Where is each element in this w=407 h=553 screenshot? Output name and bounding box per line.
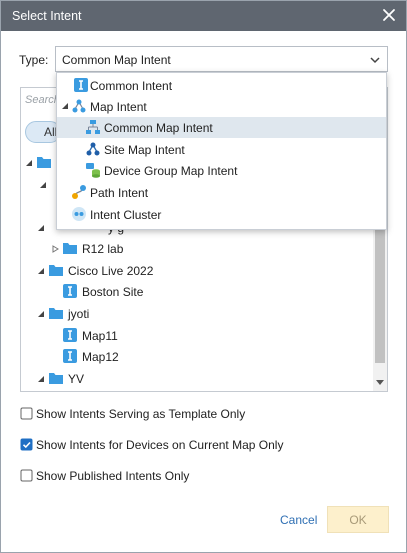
ok-button[interactable]: OK <box>327 506 389 533</box>
collapse-toggle-icon[interactable] <box>36 266 46 276</box>
collapse-toggle-icon[interactable] <box>36 309 46 319</box>
type-label: Type: <box>19 53 49 67</box>
dropdown-item-label: Site Map Intent <box>104 143 185 157</box>
folder-icon <box>63 243 77 254</box>
dropdown-item-label: Common Map Intent <box>104 121 213 135</box>
dropdown-item-site-map-intent[interactable]: Site Map Intent <box>57 139 386 160</box>
intent-icon <box>74 78 88 92</box>
tree-node-label: Map11 <box>82 329 118 343</box>
folder-icon <box>37 157 51 168</box>
select-intent-dialog: Select Intent Type: Common Map Intent Se… <box>0 0 407 553</box>
expand-toggle-icon[interactable] <box>50 244 60 254</box>
dropdown-item-path-intent[interactable]: Path Intent <box>57 182 386 203</box>
path-intent-icon <box>72 185 86 199</box>
current-map-devices-label: Show Intents for Devices on Current Map … <box>36 438 284 452</box>
folder-icon <box>49 373 63 384</box>
intent-cluster-icon <box>72 207 86 221</box>
dropdown-item-map-intent[interactable]: Map Intent <box>57 96 386 117</box>
template-only-checkbox[interactable] <box>20 407 34 421</box>
tree-node-cisco-live[interactable]: Cisco Live 2022 <box>36 261 216 281</box>
type-select-value: Common Map Intent <box>62 53 171 67</box>
tree-node-label: R12 lab <box>82 242 124 256</box>
published-only-checkbox[interactable] <box>20 469 34 483</box>
tree-node-map12[interactable]: Map12 <box>50 347 170 367</box>
tree-node-label: jyoti <box>68 307 90 321</box>
dropdown-item-device-group-map-intent[interactable]: Device Group Map Intent <box>57 160 386 181</box>
scrollbar-thumb[interactable] <box>375 228 385 363</box>
device-group-icon <box>86 163 100 178</box>
published-only-label: Show Published Intents Only <box>36 469 190 483</box>
dropdown-item-label: Common Intent <box>90 79 173 93</box>
collapse-toggle-icon[interactable] <box>36 223 46 233</box>
collapse-toggle-icon[interactable] <box>36 374 46 384</box>
dropdown-item-intent-cluster[interactable]: Intent Cluster <box>57 204 386 225</box>
collapse-toggle-icon[interactable] <box>61 102 69 110</box>
tree-node-label: Cisco Live 2022 <box>68 264 154 278</box>
folder-icon <box>49 308 63 319</box>
dropdown-item-label: Path Intent <box>90 186 149 200</box>
scroll-down-arrow-icon[interactable] <box>376 380 384 385</box>
dialog-titlebar: Select Intent <box>1 1 406 31</box>
intent-icon <box>63 349 77 363</box>
cancel-button[interactable]: Cancel <box>280 513 317 527</box>
tree-node-yv[interactable]: YV <box>36 369 156 389</box>
dropdown-item-common-map-intent[interactable]: Common Map Intent <box>57 117 386 138</box>
collapse-toggle-icon[interactable] <box>24 158 34 168</box>
tree-node-map11[interactable]: Map11 <box>50 326 170 346</box>
common-map-intent-icon <box>86 120 100 134</box>
intent-icon <box>63 328 77 342</box>
tree-node-r12-lab[interactable]: R12 lab <box>50 239 180 259</box>
folder-icon <box>49 265 63 276</box>
close-icon[interactable] <box>380 6 398 24</box>
dropdown-item-label: Device Group Map Intent <box>104 164 238 178</box>
tree-node-jyoti[interactable]: jyoti <box>36 304 156 324</box>
collapse-toggle-icon[interactable] <box>38 180 48 190</box>
chevron-down-icon <box>370 57 380 64</box>
type-dropdown-list: Common Intent Map Intent Common Map Inte… <box>56 72 387 230</box>
map-intent-icon <box>72 99 86 113</box>
tree-node-boston-site[interactable]: Boston Site <box>50 282 180 302</box>
current-map-devices-checkbox[interactable] <box>20 438 34 452</box>
dialog-title: Select Intent <box>12 9 82 23</box>
search-input[interactable]: Search <box>25 94 60 106</box>
dropdown-item-label: Map Intent <box>90 100 147 114</box>
dropdown-item-label: Intent Cluster <box>90 208 162 222</box>
template-only-label: Show Intents Serving as Template Only <box>36 407 246 421</box>
type-select[interactable]: Common Map Intent <box>55 46 388 72</box>
site-map-intent-icon <box>86 142 100 156</box>
tree-node-label: YV <box>68 372 85 386</box>
tree-node-label: Map12 <box>82 350 119 364</box>
intent-icon <box>63 284 77 298</box>
dropdown-item-common-intent[interactable]: Common Intent <box>57 75 386 96</box>
tree-node-label: Boston Site <box>82 285 144 299</box>
